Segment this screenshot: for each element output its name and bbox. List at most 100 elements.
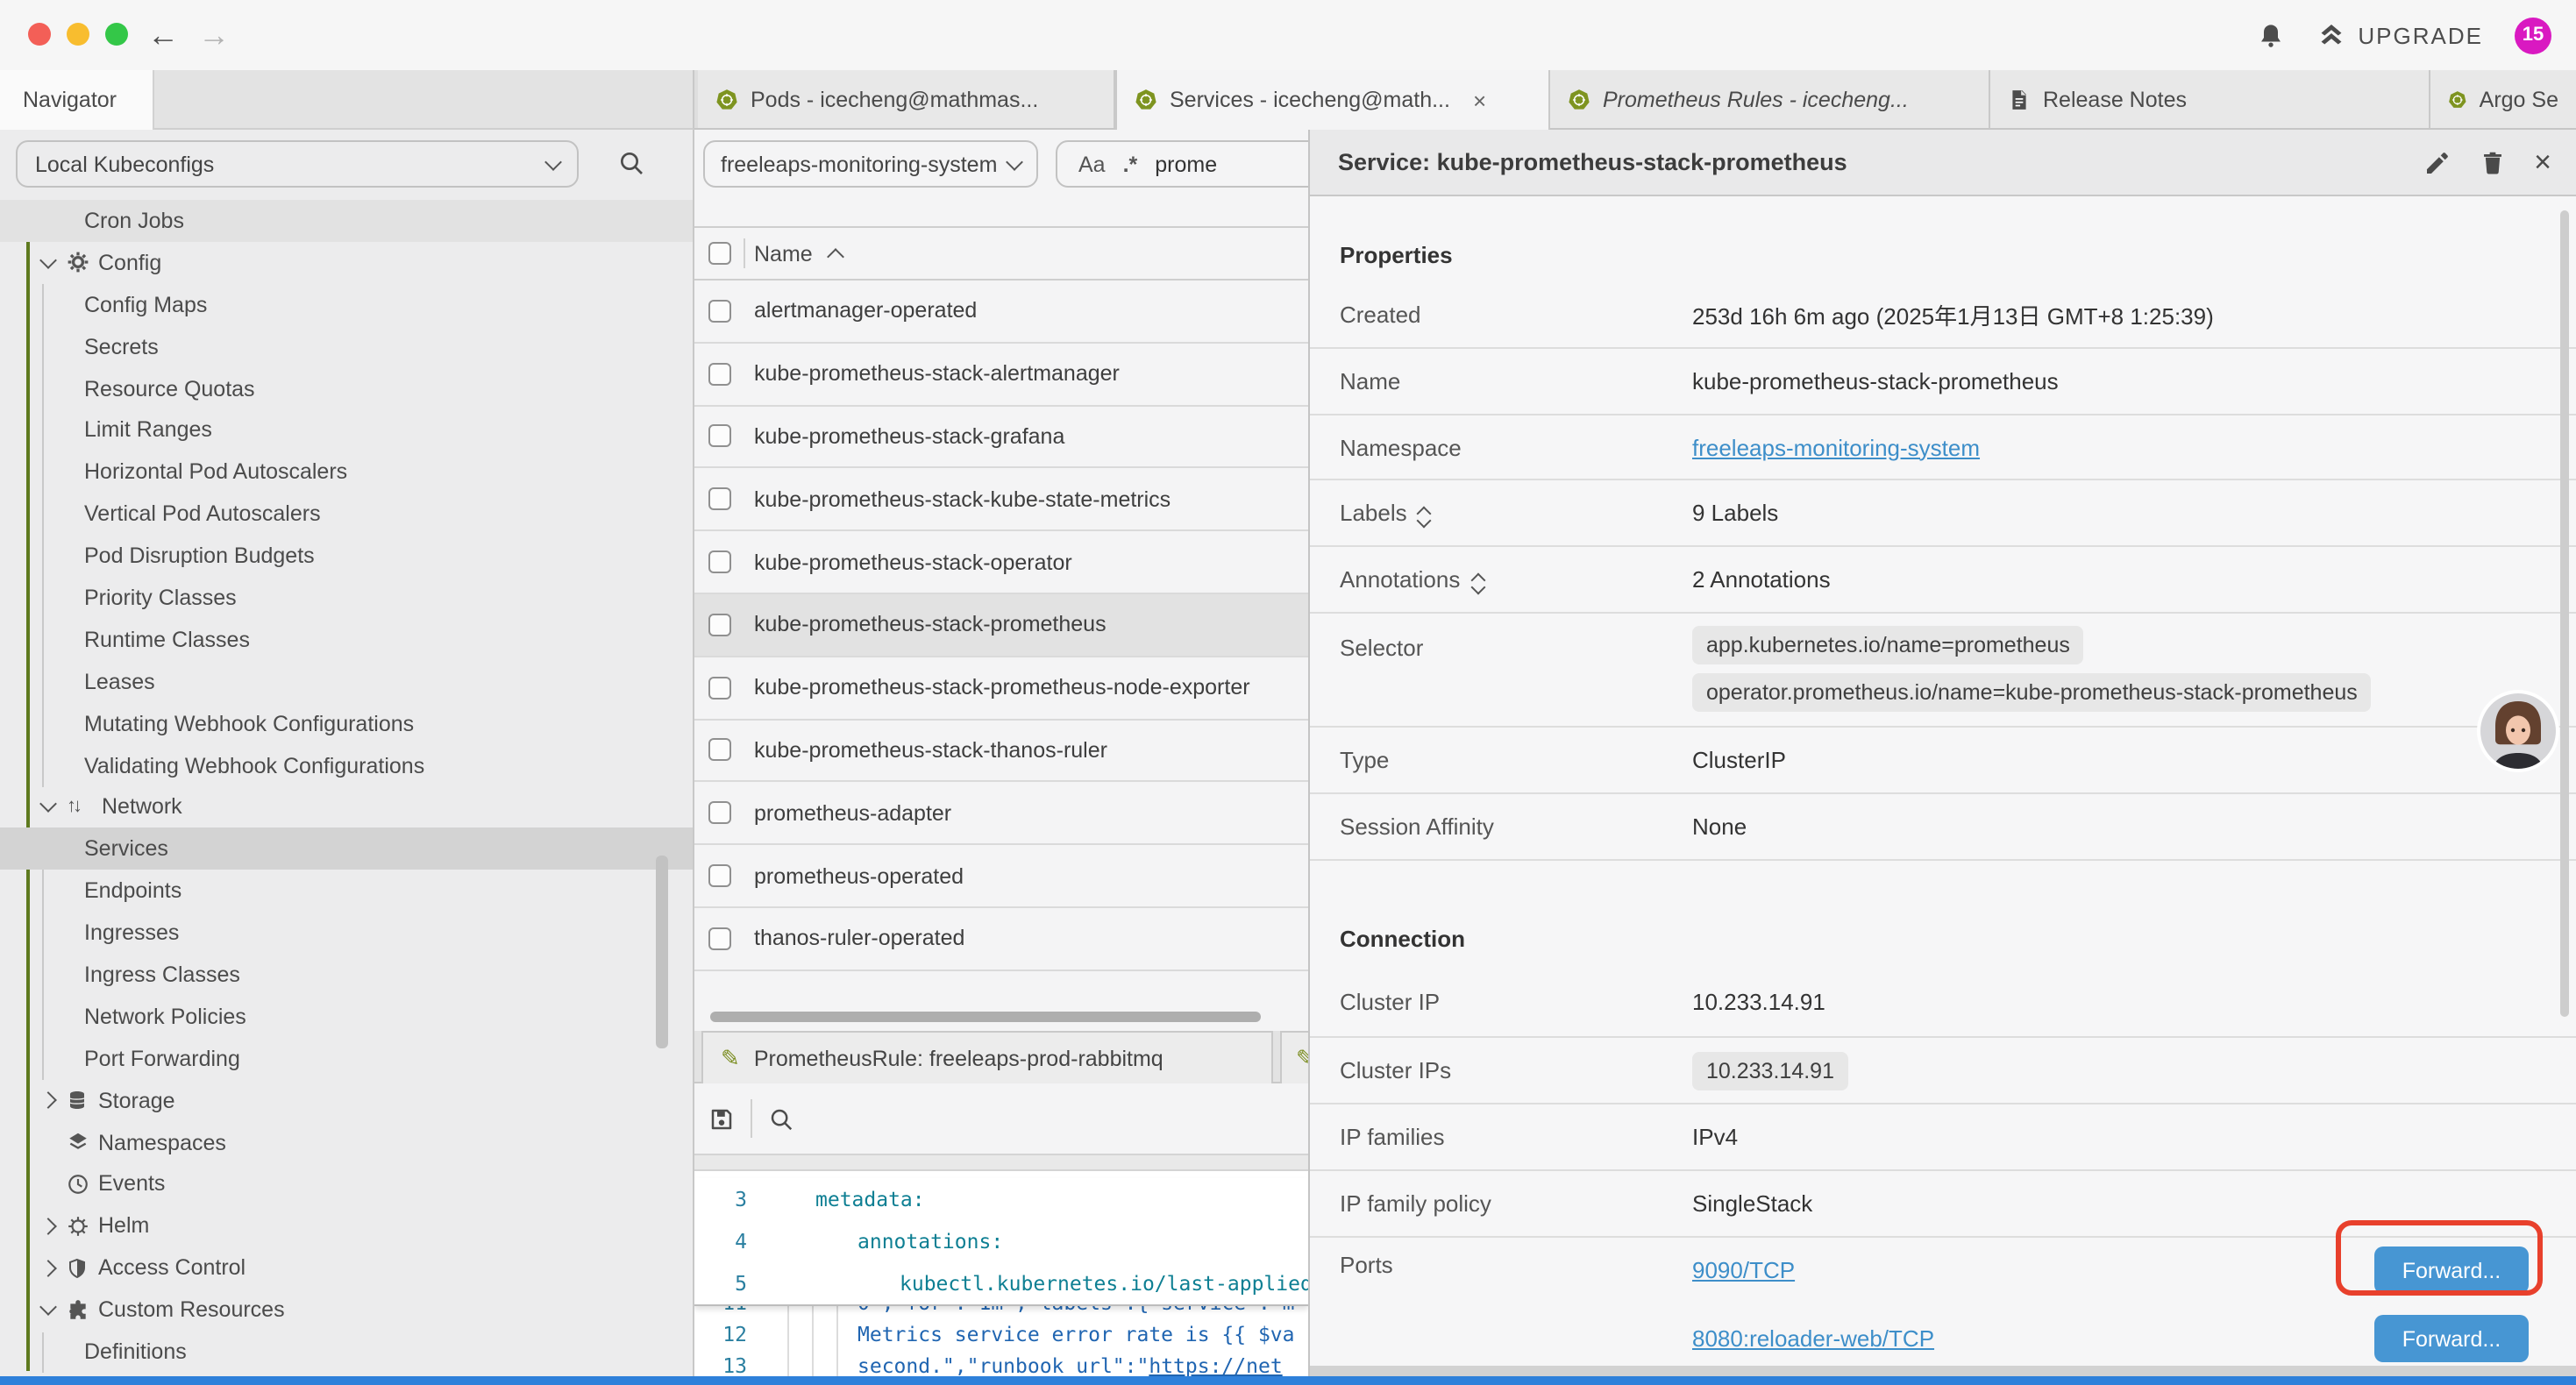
upgrade-label: UPGRADE	[2358, 22, 2483, 48]
namespace-selector[interactable]: freeleaps-monitoring-system	[703, 140, 1038, 188]
editor-search-icon[interactable]	[768, 1105, 794, 1132]
sidebar-item-priority-classes[interactable]: Priority Classes	[0, 577, 693, 619]
row-checkbox[interactable]	[708, 864, 731, 887]
editor-tab-prometheusrule[interactable]: ✎ PrometheusRule: freeleaps-prod-rabbitm…	[701, 1031, 1273, 1083]
section-header-properties: Properties	[1310, 196, 2576, 282]
sidebar-group-access-control[interactable]: Access Control	[0, 1247, 693, 1289]
avatar[interactable]	[2476, 689, 2560, 773]
sidebar-item-horizontal-pod-autoscalers[interactable]: Horizontal Pod Autoscalers	[0, 451, 693, 494]
row-checkbox[interactable]	[708, 488, 731, 511]
row-checkbox[interactable]	[708, 550, 731, 573]
sidebar-group-network[interactable]: ↑↓ Network	[0, 786, 693, 828]
sidebar-item-limit-ranges[interactable]: Limit Ranges	[0, 409, 693, 451]
select-all-checkbox[interactable]	[708, 242, 731, 265]
delete-trash-icon[interactable]	[2480, 148, 2506, 176]
detail-scrollbar-thumb[interactable]	[2560, 210, 2569, 1017]
port-link[interactable]: 9090/TCP	[1692, 1257, 1795, 1283]
sidebar-scrollbar-thumb[interactable]	[656, 856, 668, 1048]
sidebar-group-helm[interactable]: Helm	[0, 1205, 693, 1247]
back-button[interactable]: ←	[147, 12, 179, 58]
sidebar-item-config-maps[interactable]: Config Maps	[0, 284, 693, 326]
list-header-row[interactable]: Name	[694, 226, 1308, 281]
table-row[interactable]: kube-prometheus-stack-thanos-ruler	[694, 720, 1308, 783]
sidebar-group-storage[interactable]: Storage	[0, 1079, 693, 1121]
name-column-header[interactable]: Name	[754, 241, 813, 266]
minimize-window-button[interactable]	[67, 23, 89, 46]
row-checkbox[interactable]	[708, 300, 731, 323]
sidebar-item-mutating-webhook-configurations[interactable]: Mutating Webhook Configurations	[0, 702, 693, 744]
tab-navigator[interactable]: Navigator	[0, 70, 154, 130]
close-tab-icon[interactable]: ×	[1473, 87, 1486, 113]
sidebar-item-events[interactable]: Events	[0, 1163, 693, 1205]
code-line: annotations:	[857, 1220, 1003, 1262]
forward-button[interactable]: Forward...	[2374, 1315, 2529, 1362]
kubeconfig-selector[interactable]: Local Kubeconfigs	[16, 140, 579, 188]
horizontal-scrollbar-thumb[interactable]	[710, 1012, 1261, 1022]
tab-release-notes[interactable]: Release Notes	[1990, 70, 2430, 128]
tab-prometheus-rules[interactable]: Prometheus Rules - icecheng...	[1550, 70, 1990, 128]
tab-pods[interactable]: Pods - icecheng@mathmas...	[698, 70, 1115, 128]
sidebar-item-definitions[interactable]: Definitions	[0, 1331, 693, 1373]
sidebar-group-custom-resources[interactable]: Custom Resources	[0, 1289, 693, 1331]
sidebar-item-leases[interactable]: Leases	[0, 661, 693, 703]
detail-row-name: Name kube-prometheus-stack-prometheus	[1310, 349, 2576, 416]
code-link[interactable]: https://net	[1149, 1350, 1282, 1378]
table-row[interactable]: thanos-ruler-operated	[694, 908, 1308, 971]
row-checkbox[interactable]	[708, 425, 731, 448]
tab-services[interactable]: Services - icecheng@math... ×	[1115, 70, 1550, 130]
row-checkbox[interactable]	[708, 739, 731, 762]
detail-row-created: Created 253d 16h 6m ago (2025年1月13日 GMT+…	[1310, 282, 2576, 349]
sidebar-item-ingresses[interactable]: Ingresses	[0, 912, 693, 954]
row-checkbox[interactable]	[708, 802, 731, 825]
tab-argo[interactable]: Argo Se	[2430, 70, 2576, 128]
match-case-toggle[interactable]: Aa	[1078, 152, 1106, 176]
row-checkbox[interactable]	[708, 676, 731, 699]
sidebar-item-pod-disruption-budgets[interactable]: Pod Disruption Budgets	[0, 535, 693, 577]
sidebar-item-port-forwarding[interactable]: Port Forwarding	[0, 1038, 693, 1080]
sidebar-item-namespaces[interactable]: Namespaces	[0, 1121, 693, 1163]
close-icon[interactable]: ×	[2534, 148, 2551, 176]
sidebar-item-resource-quotas[interactable]: Resource Quotas	[0, 367, 693, 409]
table-row[interactable]: kube-prometheus-stack-alertmanager	[694, 344, 1308, 407]
row-checkbox[interactable]	[708, 927, 731, 950]
edit-pencil-icon[interactable]	[2423, 148, 2451, 176]
expand-annotations-icon[interactable]	[1472, 567, 1483, 592]
save-icon[interactable]	[708, 1105, 735, 1132]
sidebar-search-icon[interactable]	[617, 149, 645, 177]
sidebar-item-cron-jobs[interactable]: Cron Jobs	[0, 200, 693, 242]
forward-button[interactable]: →	[198, 12, 230, 58]
notifications-bell-icon[interactable]	[2256, 20, 2284, 50]
sidebar-item-network-policies[interactable]: Network Policies	[0, 996, 693, 1038]
sidebar-item-vertical-pod-autoscalers[interactable]: Vertical Pod Autoscalers	[0, 493, 693, 535]
notification-count-badge[interactable]: 15	[2515, 17, 2551, 53]
sidebar-item-ingress-classes[interactable]: Ingress Classes	[0, 954, 693, 996]
upgrade-button[interactable]: UPGRADE	[2316, 21, 2483, 49]
expand-labels-icon[interactable]	[1420, 501, 1430, 525]
row-checkbox[interactable]	[708, 362, 731, 385]
sidebar-item-validating-webhook-configurations[interactable]: Validating Webhook Configurations	[0, 744, 693, 786]
sidebar-item-secrets[interactable]: Secrets	[0, 325, 693, 367]
yaml-editor[interactable]: 110","for":"1m","labels":{"service":"m 1…	[694, 1171, 1308, 1378]
table-row-selected[interactable]: kube-prometheus-stack-prometheus	[694, 594, 1308, 657]
sidebar-group-config[interactable]: Config	[0, 242, 693, 284]
sidebar-item-endpoints[interactable]: Endpoints	[0, 870, 693, 913]
filter-input[interactable]	[1155, 152, 1277, 176]
table-row[interactable]: prometheus-operated	[694, 845, 1308, 908]
editor-tab-partial[interactable]: ✎	[1280, 1031, 1308, 1083]
edit-pencil-icon: ✎	[1296, 1044, 1308, 1072]
table-row[interactable]: kube-prometheus-stack-operator	[694, 531, 1308, 594]
row-checkbox[interactable]	[708, 614, 731, 636]
table-row[interactable]: kube-prometheus-stack-kube-state-metrics	[694, 469, 1308, 532]
table-row[interactable]: kube-prometheus-stack-grafana	[694, 406, 1308, 469]
table-row[interactable]: prometheus-adapter	[694, 783, 1308, 846]
port-link[interactable]: 8080:reloader-web/TCP	[1692, 1325, 1934, 1352]
zoom-window-button[interactable]	[105, 23, 128, 46]
namespace-link[interactable]: freeleaps-monitoring-system	[1692, 434, 1980, 460]
chevron-right-icon	[39, 1091, 57, 1109]
close-window-button[interactable]	[28, 23, 51, 46]
table-row[interactable]: alertmanager-operated	[694, 281, 1308, 344]
table-row[interactable]: kube-prometheus-stack-prometheus-node-ex…	[694, 657, 1308, 721]
sidebar-item-runtime-classes[interactable]: Runtime Classes	[0, 619, 693, 661]
sidebar-item-services[interactable]: Services	[0, 828, 693, 870]
regex-toggle[interactable]: .*	[1123, 152, 1138, 176]
